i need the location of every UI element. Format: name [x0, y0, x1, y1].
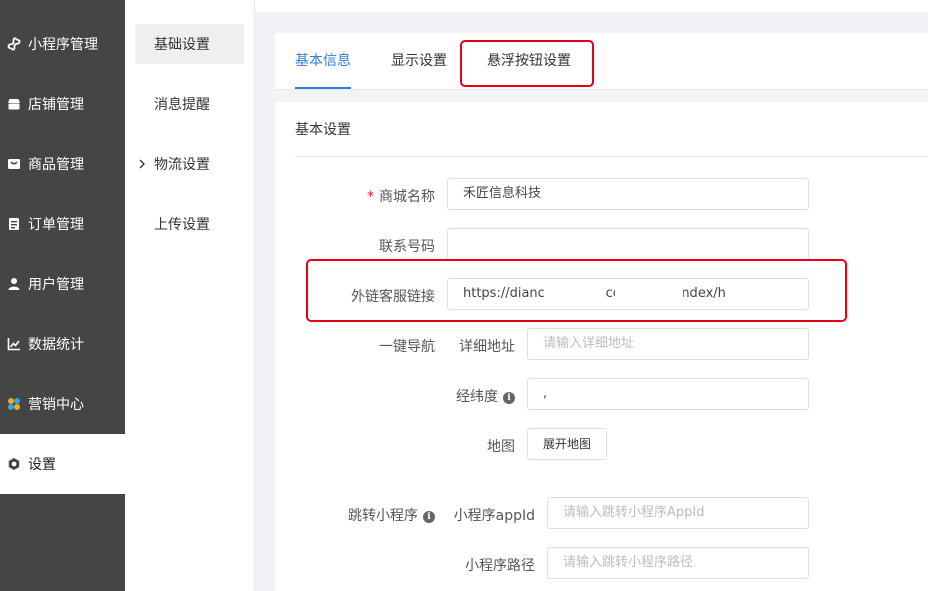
nav-label: 小程序管理 [28, 37, 98, 53]
subnav-item-upload[interactable]: 上传设置 [135, 204, 244, 244]
subnav-label: 基础设置 [154, 37, 210, 53]
nav-item-marketing[interactable]: 营销中心 [0, 374, 125, 434]
nav-label: 数据统计 [28, 337, 84, 353]
tab-shadow [275, 90, 928, 102]
address-input[interactable]: 请输入详细地址 [527, 328, 809, 360]
appid-input[interactable]: 请输入跳转小程序AppId [547, 497, 809, 529]
subnav-item-logistics[interactable]: 物流设置 [135, 144, 244, 184]
nav-item-store[interactable]: 店铺管理 [0, 74, 125, 134]
nav-item-miniprogram[interactable]: 小程序管理 [0, 14, 125, 74]
appid-label: 小程序appId [453, 508, 535, 524]
nav-label: 商品管理 [28, 157, 84, 173]
nav-item-settings[interactable]: 设置 [0, 434, 125, 494]
top-strip [255, 0, 928, 12]
jump-mini-label: 跳转小程序 i [348, 505, 435, 525]
subnav-label: 消息提醒 [154, 97, 210, 113]
nav-label: 店铺管理 [28, 97, 84, 113]
map-label: 地图 [487, 439, 515, 455]
navigation-label: 一键导航 [379, 339, 435, 355]
marketing-icon [7, 397, 21, 411]
nav-item-order[interactable]: 订单管理 [0, 194, 125, 254]
gear-icon [7, 457, 21, 471]
info-icon[interactable]: i [423, 511, 435, 523]
tab-bar: 基本信息 显示设置 悬浮按钮设置 [275, 33, 928, 90]
nav-label: 用户管理 [28, 277, 84, 293]
settings-subnav: 基础设置 消息提醒 物流设置 上传设置 [125, 0, 255, 591]
highlight-box-service-link [306, 259, 847, 322]
nav-item-stats[interactable]: 数据统计 [0, 314, 125, 374]
nav-item-user[interactable]: 用户管理 [0, 254, 125, 314]
phone-label: 联系号码 [379, 239, 435, 255]
user-icon [7, 277, 21, 291]
mini-path-input[interactable]: 请输入跳转小程序路径 [547, 547, 809, 579]
phone-input[interactable] [447, 228, 809, 260]
shop-name-label-text: 商城名称 [379, 189, 435, 205]
goods-icon [7, 157, 21, 171]
subnav-label: 上传设置 [154, 217, 210, 233]
mini-path-label: 小程序路径 [465, 558, 535, 574]
latlng-label-text: 经纬度 [456, 389, 498, 405]
tab-display-settings[interactable]: 显示设置 [391, 33, 447, 89]
order-icon [7, 217, 21, 231]
nav-item-goods[interactable]: 商品管理 [0, 134, 125, 194]
shop-name-input[interactable]: 禾匠信息科技 [447, 178, 809, 210]
tab-basic-info[interactable]: 基本信息 [295, 33, 351, 89]
shop-name-label: * 商城名称 [367, 186, 435, 206]
nav-label: 订单管理 [28, 217, 84, 233]
chart-icon [7, 337, 21, 351]
highlight-box-tab [460, 40, 594, 87]
latlng-label: 经纬度 i [456, 386, 515, 406]
required-mark: * [367, 189, 374, 205]
main-sidebar: 小程序管理 店铺管理 商品管理 订单管理 用户管理 数据统计 营销中心 设置 [0, 0, 125, 591]
section-title: 基本设置 [295, 112, 928, 157]
store-icon [7, 97, 21, 111]
address-label: 详细地址 [459, 339, 515, 355]
info-icon[interactable]: i [503, 392, 515, 404]
nav-label: 营销中心 [28, 397, 84, 413]
jump-mini-label-text: 跳转小程序 [348, 508, 418, 524]
subnav-item-message[interactable]: 消息提醒 [135, 84, 244, 124]
nav-label: 设置 [28, 457, 56, 473]
tab-active-indicator [295, 87, 351, 89]
miniprogram-icon [7, 37, 21, 51]
subnav-label: 物流设置 [154, 157, 210, 173]
latlng-input[interactable]: , [527, 378, 809, 410]
expand-map-button[interactable]: 展开地图 [527, 428, 607, 460]
subnav-item-basic[interactable]: 基础设置 [135, 24, 244, 64]
chevron-right-icon [139, 159, 145, 169]
